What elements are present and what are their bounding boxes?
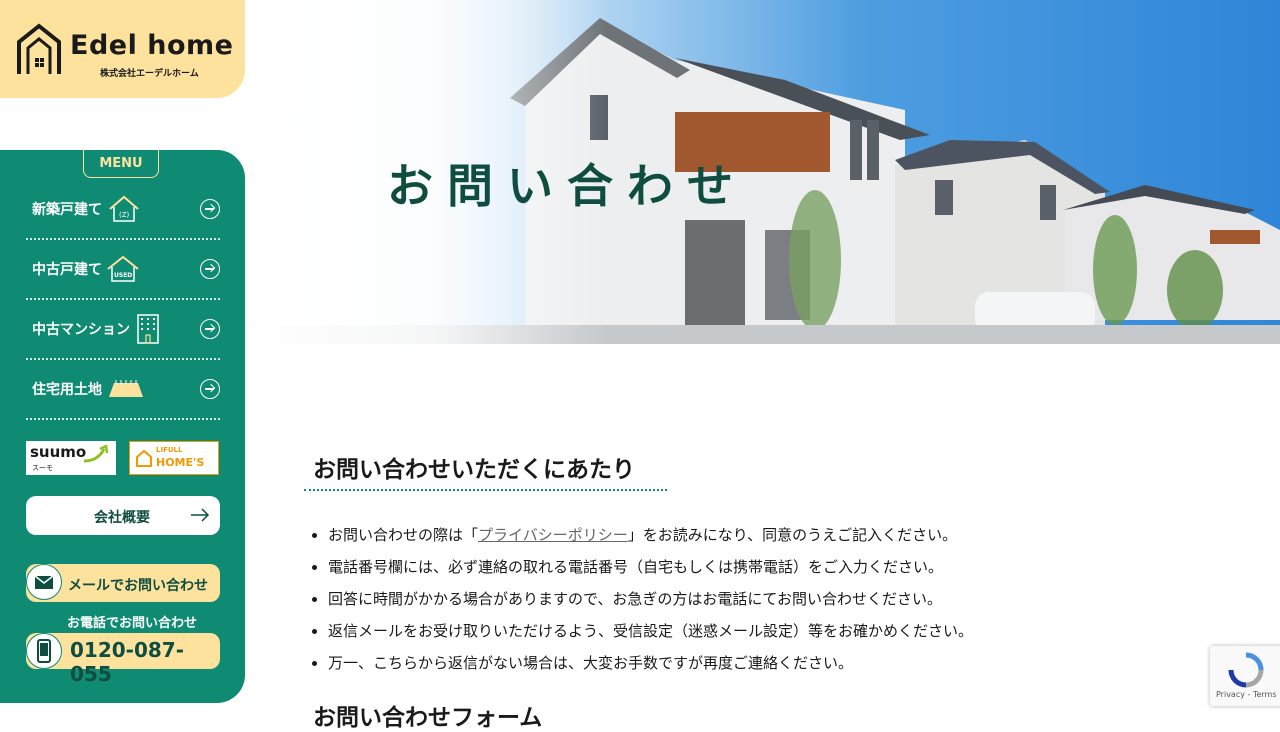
list-item: 返信メールをお受け取りいただけるよう、受信設定（迷惑メール設定）等をお確かめくだ… — [328, 617, 973, 649]
notice-list: お問い合わせの際は「プライバシーポリシー」をお読みになり、同意のうえご記入くださ… — [308, 521, 973, 681]
house-logo-icon — [17, 23, 61, 74]
lifull-label: LIFULL — [156, 446, 183, 454]
phone-number: 0120-087-055 — [70, 638, 185, 686]
phone-contact-button[interactable]: 0120-087-055 — [26, 633, 220, 686]
upward-arrow-icon — [83, 445, 109, 463]
form-heading: お問い合わせフォーム — [313, 705, 543, 731]
phone-contact-caption: お電話でお問い合わせ — [67, 616, 198, 631]
company-name: 株式会社エーデルホーム — [100, 69, 199, 79]
lifull-homes-banner[interactable]: LIFULL HOME'S — [129, 441, 219, 475]
sidebar-item-used-house[interactable]: 中古戸建て USED — [26, 240, 220, 300]
svg-text:USED: USED — [114, 272, 132, 279]
site-logo[interactable]: Edel home 株式会社エーデルホーム — [0, 0, 245, 98]
notice-heading: お問い合わせいただくにあたり — [313, 457, 635, 483]
mail-icon — [26, 564, 62, 600]
mail-contact-button[interactable]: メールでお問い合わせ — [26, 564, 220, 602]
mail-contact-label: メールでお問い合わせ — [68, 578, 208, 594]
suumo-banner[interactable]: suumo スーモ — [26, 441, 116, 475]
sidebar-item-land[interactable]: 住宅用土地 — [26, 360, 220, 420]
suumo-logo-text: suumo — [30, 443, 87, 461]
menu-tag: MENU — [83, 150, 159, 178]
svg-text:(Z): (Z) — [119, 211, 130, 219]
list-item: 回答に時間がかかる場合がありますので、お急ぎの方はお電話にてお問い合わせください… — [328, 585, 973, 617]
phone-icon — [26, 633, 62, 669]
arrow-right-icon — [200, 379, 220, 399]
list-item: 電話番号欄には、必ず連絡の取れる電話番号（自宅もしくは携帯電話）をご入力ください… — [328, 553, 973, 585]
recaptcha-links[interactable]: Privacy - Terms — [1216, 690, 1277, 699]
recaptcha-icon — [1228, 652, 1264, 688]
sidebar-item-label: 中古マンション — [32, 322, 130, 338]
heading-underline — [304, 489, 667, 491]
sidebar-menu: MENU 新築戸建て (Z) 中古戸建て USED 中古マンション 住宅用土地 … — [0, 150, 245, 703]
suumo-sub: スーモ — [32, 464, 53, 472]
homes-label: HOME'S — [156, 456, 205, 469]
company-profile-button[interactable]: 会社概要 — [26, 496, 220, 535]
arrow-right-icon — [200, 259, 220, 279]
list-item: 万一、こちらから返信がない場合は、大変お手数ですが再度ご連絡ください。 — [328, 649, 973, 681]
sidebar-item-label: 住宅用土地 — [32, 382, 102, 398]
brand-name: Edel home — [70, 30, 234, 61]
building-icon — [137, 314, 159, 344]
arrow-right-icon — [200, 319, 220, 339]
arrow-right-icon — [200, 199, 220, 219]
sidebar-item-new-house[interactable]: 新築戸建て (Z) — [26, 180, 220, 240]
sidebar-item-label: 中古戸建て — [32, 262, 102, 278]
privacy-policy-link[interactable]: プライバシーポリシー — [478, 526, 628, 544]
sidebar-item-label: 新築戸建て — [32, 202, 102, 218]
house-new-icon: (Z) — [109, 195, 139, 222]
land-icon — [109, 380, 143, 397]
house-used-icon: USED — [107, 255, 139, 282]
company-profile-label: 会社概要 — [94, 510, 150, 526]
page-title: お問い合わせ — [387, 159, 747, 213]
long-arrow-right-icon — [191, 508, 210, 522]
sidebar-item-used-mansion[interactable]: 中古マンション — [26, 300, 220, 360]
list-item: お問い合わせの際は「プライバシーポリシー」をお読みになり、同意のうえご記入くださ… — [328, 521, 973, 553]
house-logo-icon — [136, 449, 152, 467]
recaptcha-badge[interactable]: Privacy - Terms — [1210, 646, 1280, 706]
